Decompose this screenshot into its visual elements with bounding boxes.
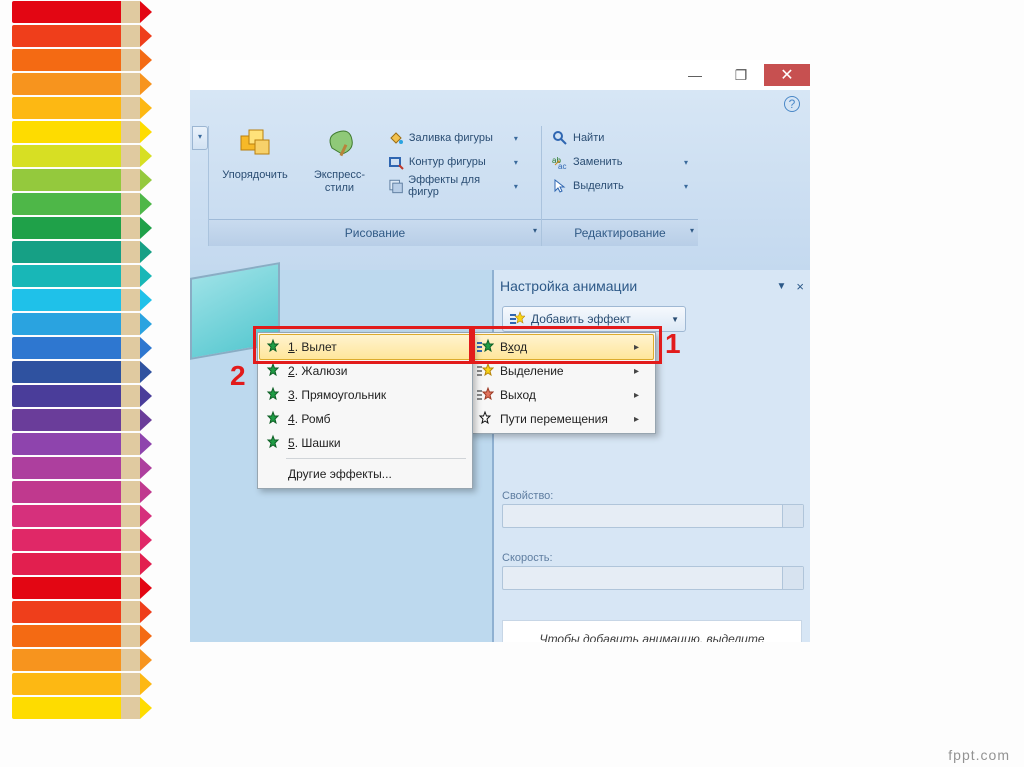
close-button[interactable]: ✕ [764, 64, 810, 86]
minimize-button[interactable]: — [672, 64, 718, 86]
find-button[interactable]: Найти [548, 126, 692, 150]
menu-item-exit[interactable]: Выход▸ [472, 383, 653, 407]
select-button[interactable]: Выделить▾ [548, 174, 692, 198]
effect-5-checker[interactable]: 5. Шашки [260, 431, 470, 455]
replace-button[interactable]: abac Заменить▾ [548, 150, 692, 174]
annotation-number-2: 2 [230, 360, 246, 392]
speed-label: Скорость: [502, 552, 802, 564]
ribbon: ? ▾ Упорядочить Экспресс-стили Заливка ф… [190, 90, 810, 270]
group-drawing-label: Рисование [209, 219, 541, 246]
replace-label: Заменить [573, 156, 622, 168]
add-effect-label: Добавить эффект [531, 312, 631, 326]
speed-dropdown [502, 566, 804, 590]
quick-styles-button[interactable]: Экспресс-стили [299, 126, 379, 195]
effect-3-label: 3. Прямоугольник [288, 388, 386, 402]
annotation-box-2 [253, 326, 475, 364]
exit-label: Выход [500, 388, 536, 402]
shape-fill-label: Заливка фигуры [409, 132, 493, 144]
annotation-box-1 [469, 326, 662, 364]
gallery-prev-icon[interactable]: ▾ [192, 126, 208, 150]
effect-4-diamond[interactable]: 4. Ромб [260, 407, 470, 431]
annotation-number-1: 1 [665, 328, 681, 360]
shape-effects-button[interactable]: Эффекты для фигур▾ [384, 174, 522, 198]
property-dropdown [502, 504, 804, 528]
effect-other-label: Другие эффекты... [288, 467, 392, 481]
quick-styles-label: Экспресс-стили [299, 169, 379, 195]
shape-effects-label: Эффекты для фигур [408, 174, 509, 198]
motion-paths-label: Пути перемещения [500, 412, 608, 426]
footer-watermark: fppt.com [948, 747, 1010, 763]
screenshot-stage: — ❐ ✕ ? ▾ Упорядочить Экспресс-стили [190, 60, 810, 642]
effect-3-box[interactable]: 3. Прямоугольник [260, 383, 470, 407]
pane-options-icon[interactable]: ▼ [777, 281, 787, 292]
effect-other[interactable]: Другие эффекты... [260, 462, 470, 486]
shape-outline-button[interactable]: Контур фигуры▾ [384, 150, 522, 174]
emphasis-label: Выделение [500, 364, 564, 378]
pencils-border [12, 0, 140, 720]
svg-text:ac: ac [558, 162, 566, 170]
pane-close-icon[interactable]: × [796, 279, 804, 294]
effect-4-label: 4. Ромб [288, 412, 331, 426]
help-icon[interactable]: ? [784, 96, 800, 112]
window-titlebar: — ❐ ✕ [190, 60, 810, 91]
select-label: Выделить [573, 180, 624, 192]
shape-fill-button[interactable]: Заливка фигуры▾ [384, 126, 522, 150]
shape-outline-label: Контур фигуры [409, 156, 486, 168]
arrange-button[interactable]: Упорядочить [215, 126, 295, 182]
find-label: Найти [573, 132, 604, 144]
arrange-label: Упорядочить [215, 169, 295, 182]
property-label: Свойство: [502, 490, 802, 502]
effect-5-label: 5. Шашки [288, 436, 341, 450]
group-editing-label: Редактирование [542, 219, 698, 246]
menu-item-motion-paths[interactable]: Пути перемещения▸ [472, 407, 653, 431]
anim-pane-title: Настройка анимации [500, 278, 637, 294]
maximize-button[interactable]: ❐ [718, 64, 764, 86]
effect-2-label: 2. Жалюзи [288, 364, 347, 378]
anim-hint-text: Чтобы добавить анимацию, выделите элемен… [502, 620, 802, 642]
